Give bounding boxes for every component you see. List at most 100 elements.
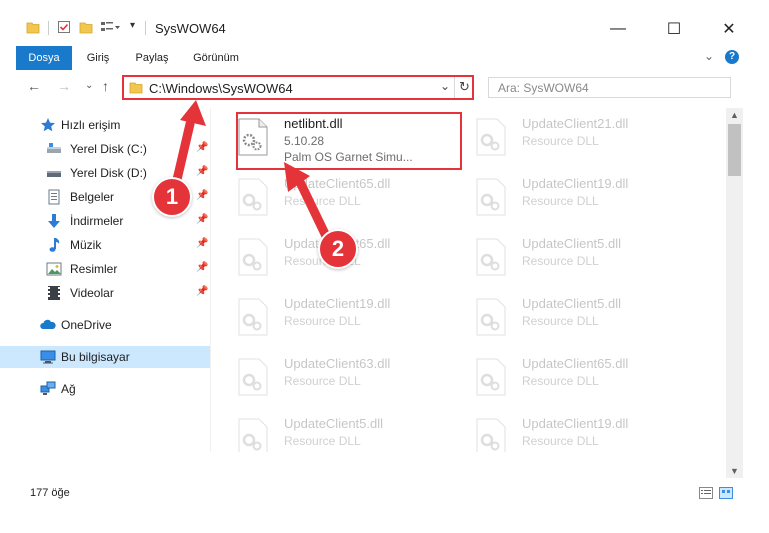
toolbar-divider (48, 21, 49, 35)
close-button[interactable]: ✕ (706, 14, 752, 44)
help-button[interactable]: ? (725, 50, 739, 64)
callout-badge-1: 1 (152, 177, 192, 217)
file-item[interactable]: UpdateClient63.dll Resource DLL (212, 350, 434, 406)
title-divider (145, 21, 146, 35)
nav-label: Yerel Disk (C:) (70, 142, 147, 156)
window-bottom (0, 506, 769, 533)
file-item[interactable]: UpdateClient19.dll Resource DLL (450, 410, 672, 452)
file-item[interactable]: UpdateClient65.dll Resource DLL (212, 170, 434, 226)
scroll-up-icon[interactable]: ▲ (730, 110, 739, 120)
tab-view[interactable]: Görünüm (186, 46, 246, 70)
nav-network[interactable]: Ağ (0, 378, 210, 400)
file-item[interactable]: UpdateClient65.dll Resource DLL (450, 350, 672, 406)
minimize-icon: — (610, 20, 626, 37)
file-description: Resource DLL (522, 314, 599, 328)
toolbar-dropdown-icon[interactable]: ▾ (130, 20, 135, 31)
nav-label: İndirmeler (70, 214, 124, 228)
file-item[interactable]: UpdateClient5.dll Resource DLL (450, 290, 672, 346)
close-icon: ✕ (722, 21, 736, 38)
file-description: Resource DLL (284, 434, 361, 448)
file-name: UpdateClient63.dll (284, 356, 391, 371)
pin-icon[interactable]: 📌 (196, 166, 208, 177)
pin-icon[interactable]: 📌 (196, 190, 208, 201)
dll-file-icon (238, 298, 268, 336)
nav-label: Videolar (70, 286, 114, 300)
videos-icon (48, 286, 60, 300)
pictures-icon (46, 262, 62, 276)
file-item[interactable]: UpdateClient21.dll Resource DLL (450, 110, 672, 166)
file-name: UpdateClient5.dll (522, 296, 622, 311)
dll-file-icon (476, 358, 506, 396)
pin-icon[interactable]: 📌 (196, 214, 208, 225)
file-name: UpdateClient19.dll (522, 416, 629, 431)
file-description: Resource DLL (522, 194, 599, 208)
address-path[interactable]: C:\Windows\SysWOW64 (149, 81, 293, 96)
address-dropdown-icon[interactable]: ⌄ (440, 79, 450, 93)
recent-locations-icon[interactable]: ⌄ (85, 80, 93, 91)
properties-icon[interactable] (57, 20, 71, 34)
nav-music[interactable]: Müzik 📌 (0, 234, 210, 256)
dll-file-icon (476, 118, 506, 156)
back-arrow-icon[interactable]: ← (27, 78, 41, 94)
drive-icon (47, 171, 61, 177)
search-box[interactable]: Ara: SysWOW64 (488, 77, 731, 98)
dll-file-icon (238, 418, 268, 452)
dll-file-icon (238, 178, 268, 216)
nav-pictures[interactable]: Resimler 📌 (0, 258, 210, 280)
pin-icon[interactable]: 📌 (196, 262, 208, 273)
file-item[interactable]: UpdateClient5.dll Resource DLL (212, 410, 434, 452)
scroll-down-icon[interactable]: ▼ (730, 466, 739, 476)
new-folder-icon[interactable] (79, 20, 93, 34)
documents-icon (48, 189, 60, 205)
file-description: Resource DLL (284, 374, 361, 388)
large-icons-view-icon[interactable] (719, 487, 733, 499)
file-name: UpdateClient19.dll (284, 296, 391, 311)
dll-file-icon (476, 238, 506, 276)
tab-file[interactable]: Dosya (16, 46, 72, 70)
nav-local-disk-c[interactable]: Yerel Disk (C:) 📌 (0, 138, 210, 160)
file-name: UpdateClient65.dll (522, 356, 629, 371)
search-input[interactable]: Ara: SysWOW64 (498, 81, 589, 95)
folder-icon[interactable] (26, 20, 40, 34)
computer-icon (40, 350, 56, 364)
customize-toolbar-icon[interactable] (100, 20, 120, 34)
refresh-icon[interactable]: ↻ (459, 79, 470, 95)
file-name: UpdateClient5.dll (522, 236, 622, 251)
file-item[interactable]: UpdateClient19.dll Resource DLL (450, 170, 672, 226)
vertical-scrollbar[interactable]: ▲ ▼ (726, 108, 743, 478)
item-count: 177 öğe (30, 487, 70, 499)
file-item[interactable]: UpdateClient19.dll Resource DLL (212, 290, 434, 346)
nav-this-pc[interactable]: Bu bilgisayar (0, 346, 210, 368)
file-description: Resource DLL (522, 434, 599, 448)
maximize-icon: ☐ (666, 21, 682, 38)
maximize-button[interactable]: ☐ (651, 14, 697, 44)
pin-icon[interactable]: 📌 (196, 286, 208, 297)
up-arrow-icon[interactable]: ↑ (102, 78, 109, 94)
tab-share[interactable]: Paylaş (128, 46, 176, 70)
nav-videos[interactable]: Videolar 📌 (0, 282, 210, 304)
nav-label: OneDrive (61, 318, 112, 332)
tab-home[interactable]: Giriş (78, 46, 118, 70)
file-item[interactable]: UpdateClient5.dll Resource DLL (450, 230, 672, 286)
details-view-icon[interactable] (699, 487, 713, 499)
nav-quick-access[interactable]: Hızlı erişim (0, 114, 210, 136)
address-bar[interactable]: C:\Windows\SysWOW64 ⌄ ↻ (122, 75, 474, 100)
window-title: SysWOW64 (155, 21, 226, 36)
dll-file-icon (238, 358, 268, 396)
minimize-button[interactable]: — (595, 14, 641, 44)
title-bar: ▾ SysWOW64 — ☐ ✕ (0, 0, 769, 46)
dll-file-icon (476, 178, 506, 216)
nav-onedrive[interactable]: OneDrive (0, 314, 210, 336)
folder-icon (129, 82, 143, 94)
scroll-thumb[interactable] (728, 124, 741, 176)
forward-arrow-icon[interactable]: → (57, 78, 71, 94)
dll-file-icon (476, 298, 506, 336)
pin-icon[interactable]: 📌 (196, 238, 208, 249)
pin-icon[interactable]: 📌 (196, 142, 208, 153)
ribbon: Dosya Giriş Paylaş Görünüm ⌄ ? (0, 46, 769, 71)
nav-label: Belgeler (70, 190, 115, 204)
downloads-icon (48, 214, 60, 228)
callout-badge-2: 2 (318, 229, 358, 269)
ribbon-expand-icon[interactable]: ⌄ (704, 49, 714, 63)
file-description: Resource DLL (284, 314, 361, 328)
